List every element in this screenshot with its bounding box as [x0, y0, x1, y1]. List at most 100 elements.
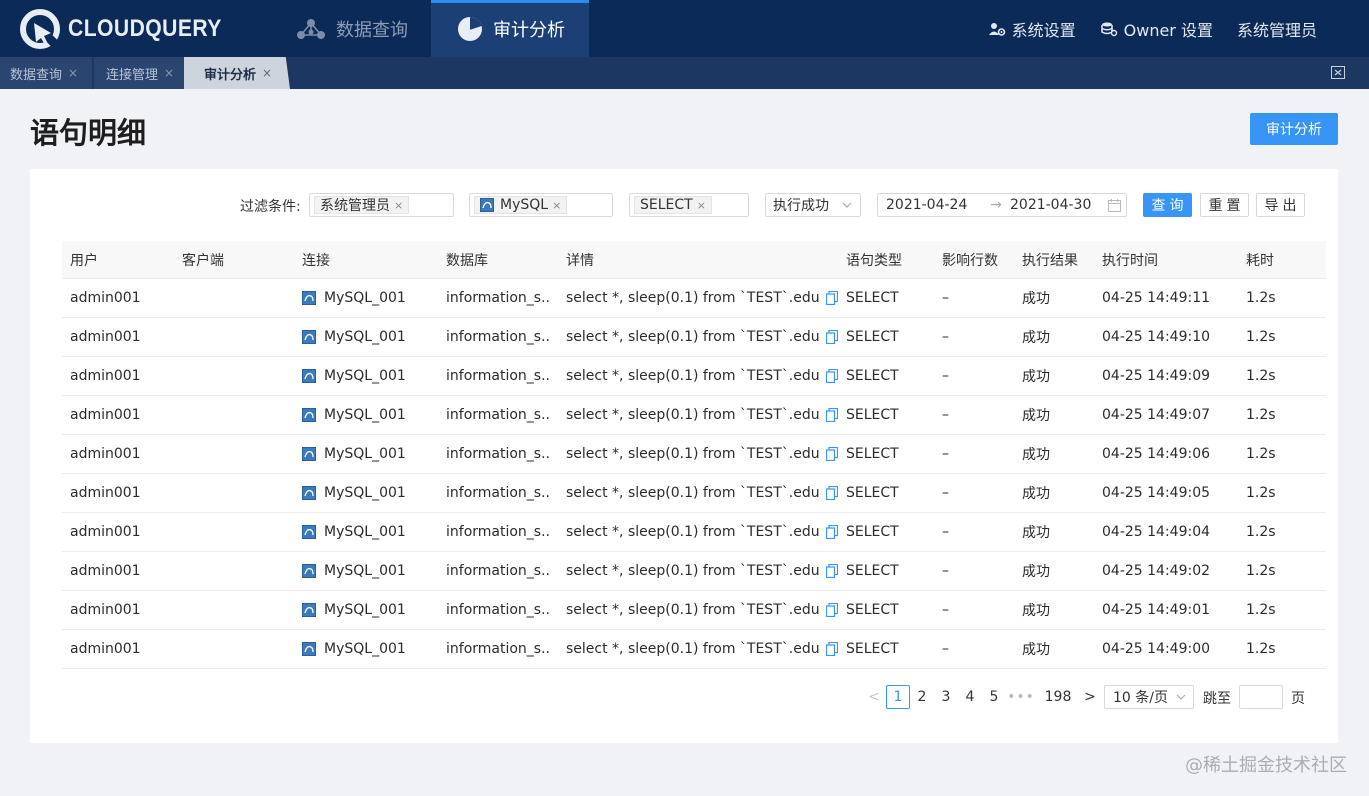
copy-icon[interactable] [825, 408, 838, 422]
page-button-current[interactable]: 1 [886, 685, 910, 709]
cell-detail: select *, sleep(0.1) from `TEST`.edu [566, 435, 838, 473]
tab-connection-management[interactable]: 连接管理 × [94, 57, 184, 89]
table-row[interactable]: admin001 MySQL_001 information_s... select … [62, 357, 1326, 396]
sql-text: select *, sleep(0.1) from `TEST`.edu [566, 641, 820, 657]
connection-name: MySQL_001 [324, 446, 406, 462]
cell-duration: 1.2s [1246, 329, 1276, 345]
date-from-value[interactable]: 2021-04-24 [886, 197, 982, 213]
cell-client [182, 435, 282, 473]
date-range-picker[interactable]: 2021-04-24 → 2021-04-30 [877, 193, 1127, 217]
table-row[interactable]: admin001 MySQL_001 information_s... select … [62, 318, 1326, 357]
close-icon[interactable]: × [68, 66, 78, 80]
statement-type-filter-select[interactable]: SELECT × [629, 193, 749, 217]
jump-page-input[interactable] [1239, 685, 1283, 709]
connection-name: MySQL_001 [324, 641, 406, 657]
table-row[interactable]: admin001 MySQL_001 information_s... select … [62, 552, 1326, 591]
copy-icon[interactable] [825, 291, 838, 305]
copy-icon[interactable] [825, 525, 838, 539]
page-ellipsis[interactable]: ••• [1007, 685, 1034, 709]
cell-duration: 1.2s [1246, 407, 1276, 423]
filter-tag: MySQL × [474, 196, 568, 214]
cell-exec-time: 04-25 14:49:09 [1102, 368, 1211, 384]
sql-text: select *, sleep(0.1) from `TEST`.edu [566, 407, 820, 423]
cell-user: admin001 [70, 524, 141, 540]
tab-data-query[interactable]: 数据查询 × [0, 57, 92, 89]
logo[interactable]: CLOUDQUERY [20, 9, 243, 49]
close-icon[interactable]: × [164, 66, 174, 80]
table-row[interactable]: admin001 MySQL_001 information_s... select … [62, 396, 1326, 435]
logo-text: CLOUDQUERY [68, 15, 222, 42]
chevron-down-icon [1176, 694, 1186, 700]
reset-button[interactable]: 重置 [1200, 193, 1249, 217]
copy-icon[interactable] [825, 564, 838, 578]
nav-audit[interactable]: 审计分析 [431, 0, 589, 57]
table-row[interactable]: admin001 MySQL_001 information_s... select … [62, 513, 1326, 552]
query-button[interactable]: 查询 [1143, 193, 1192, 217]
prev-page-button[interactable]: < [866, 685, 882, 709]
copy-icon[interactable] [825, 447, 838, 461]
owner-settings-link[interactable]: Owner 设置 [1100, 17, 1213, 41]
user-filter-select[interactable]: 系统管理员 × [309, 193, 454, 217]
table-row[interactable]: admin001 MySQL_001 information_s... select … [62, 630, 1326, 669]
page-button[interactable]: 3 [934, 685, 958, 709]
cell-exec-time: 04-25 14:49:07 [1102, 407, 1211, 423]
mysql-icon [302, 330, 316, 344]
column-header: 用户 [70, 252, 98, 269]
close-icon[interactable]: × [262, 66, 272, 80]
cell-database: information_s... [446, 641, 550, 657]
close-icon[interactable]: × [697, 199, 706, 212]
date-to-value[interactable]: 2021-04-30 [1010, 197, 1106, 213]
sql-text: select *, sleep(0.1) from `TEST`.edu [566, 524, 820, 540]
cell-client [182, 357, 282, 395]
cell-exec-time: 04-25 14:49:10 [1102, 329, 1211, 345]
nav-data-query-label: 数据查询 [336, 19, 408, 41]
page-button-last[interactable]: 198 [1040, 685, 1076, 709]
admin-user-link[interactable]: 系统管理员 [1237, 17, 1317, 41]
cell-connection: MySQL_001 [302, 552, 432, 590]
table-row[interactable]: admin001 MySQL_001 information_s... select … [62, 591, 1326, 630]
page-button[interactable]: 5 [982, 685, 1006, 709]
calendar-icon [1108, 198, 1121, 212]
sql-text: select *, sleep(0.1) from `TEST`.edu [566, 563, 820, 579]
table-row[interactable]: admin001 MySQL_001 information_s... select … [62, 435, 1326, 474]
copy-icon[interactable] [825, 486, 838, 500]
cell-user: admin001 [70, 290, 141, 306]
audit-analysis-button[interactable]: 审计分析 [1250, 113, 1338, 145]
cell-statement-type: SELECT [846, 563, 899, 579]
cell-statement-type: SELECT [846, 602, 899, 618]
system-settings-link[interactable]: 系统设置 [988, 17, 1076, 41]
cell-result: 成功 [1022, 330, 1050, 346]
page-button[interactable]: 2 [910, 685, 934, 709]
copy-icon[interactable] [825, 330, 838, 344]
cell-statement-type: SELECT [846, 407, 899, 423]
statement-detail-card: 过滤条件: 系统管理员 × MySQL × SELECT × 执行成功 2021… [30, 169, 1338, 743]
cell-affected-rows: – [942, 485, 949, 501]
cell-client [182, 396, 282, 434]
copy-icon[interactable] [825, 642, 838, 656]
page-title: 语句明细 [30, 116, 147, 150]
tab-audit-analysis[interactable]: 审计分析 × [184, 57, 290, 89]
close-icon[interactable]: × [394, 199, 403, 212]
connection-filter-select[interactable]: MySQL × [469, 193, 613, 217]
tab-bar: 数据查询 × 连接管理 × 审计分析 × [0, 57, 1369, 89]
export-button[interactable]: 导出 [1256, 193, 1305, 217]
copy-icon[interactable] [825, 369, 838, 383]
copy-icon[interactable] [825, 603, 838, 617]
nav-data-query[interactable]: 数据查询 [296, 0, 408, 57]
close-all-tabs-icon[interactable] [1331, 66, 1345, 79]
cell-detail: select *, sleep(0.1) from `TEST`.edu [566, 318, 838, 356]
cell-duration: 1.2s [1246, 368, 1276, 384]
table-row[interactable]: admin001 MySQL_001 information_s... select … [62, 474, 1326, 513]
cell-detail: select *, sleep(0.1) from `TEST`.edu [566, 396, 838, 434]
cell-statement-type: SELECT [846, 485, 899, 501]
close-icon[interactable]: × [552, 199, 561, 212]
page-size-select[interactable]: 10 条/页 [1104, 685, 1194, 709]
connection-name: MySQL_001 [324, 602, 406, 618]
cell-affected-rows: – [942, 446, 949, 462]
next-page-button[interactable]: > [1082, 685, 1098, 709]
table-row[interactable]: admin001 MySQL_001 information_s... select … [62, 279, 1326, 318]
page-size-value: 10 条/页 [1113, 690, 1168, 706]
result-filter-select[interactable]: 执行成功 [765, 193, 861, 217]
mysql-icon [302, 369, 316, 383]
page-button[interactable]: 4 [958, 685, 982, 709]
